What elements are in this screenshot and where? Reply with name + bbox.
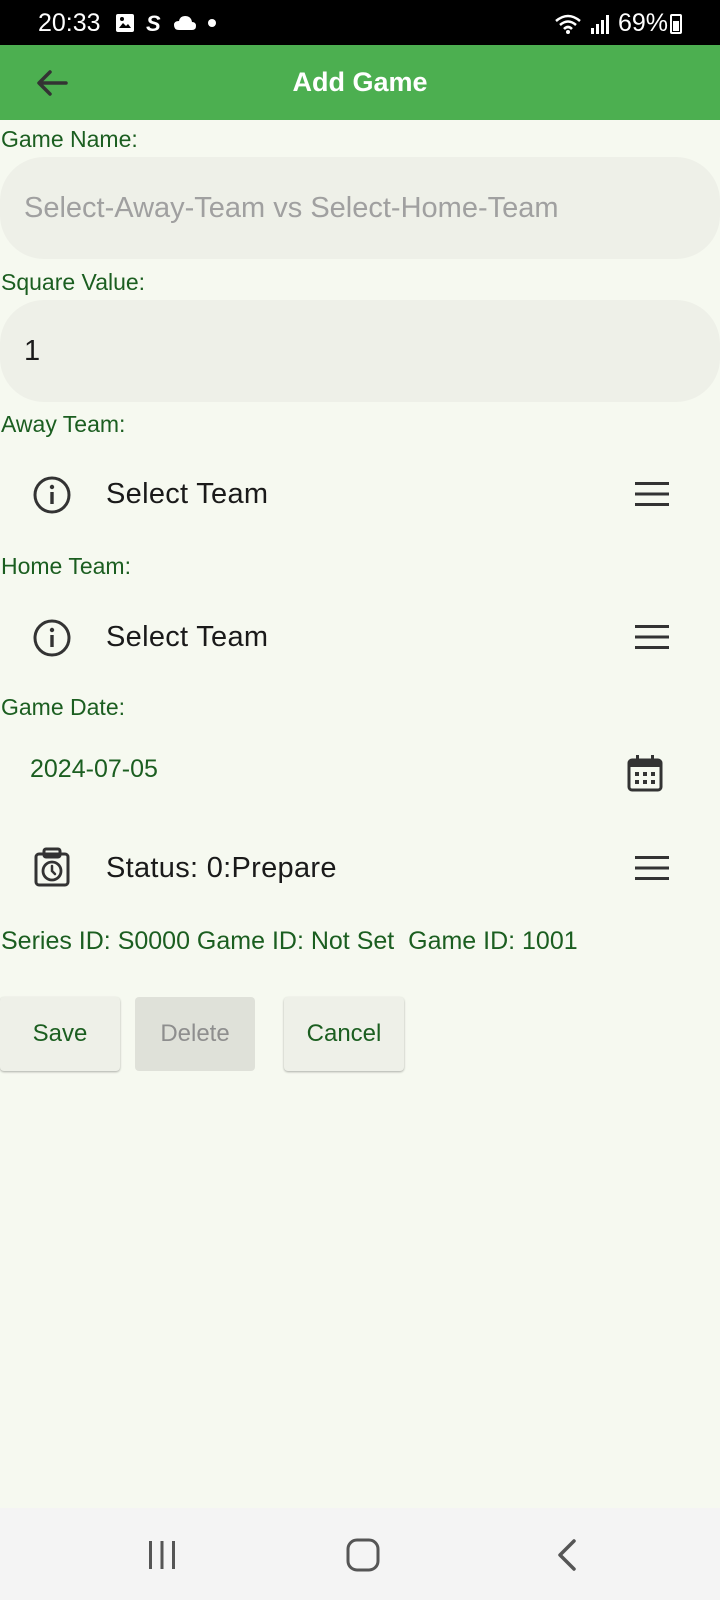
back-icon[interactable] [546,1533,590,1577]
info-icon [33,476,71,514]
home-team-label: Home Team: [1,553,131,579]
dot-icon [208,19,216,27]
page-title: Add Game [292,67,428,97]
app-bar: Add Game [0,45,720,120]
delete-button[interactable]: Delete [135,997,255,1071]
game-name-label: Game Name: [1,126,138,152]
status-value: Status: 0:Prepare [106,852,337,884]
battery-percent: 69% [617,9,668,37]
battery-icon [670,14,682,34]
calendar-icon[interactable] [626,754,664,792]
game-date-value[interactable]: 2024-07-05 [30,755,158,784]
status-bar: 20:33 S 69% [0,0,720,45]
save-button[interactable]: Save [0,997,120,1071]
home-team-value: Select Team [106,621,269,653]
notification-icons: S [115,12,219,34]
cancel-button[interactable]: Cancel [284,997,404,1071]
status-selector[interactable]: Status: 0:Prepare [0,831,720,905]
menu-icon[interactable] [634,853,670,883]
signal-icon [590,14,609,34]
s-app-icon: S [146,12,161,34]
recent-apps-icon[interactable] [140,1533,184,1577]
away-team-value: Select Team [106,478,269,510]
square-value-input[interactable]: 1 [0,300,720,402]
game-name-input[interactable]: Select-Away-Team vs Select-Home-Team [0,157,720,259]
square-value-label: Square Value: [1,269,146,295]
menu-icon[interactable] [634,622,670,652]
info-icon [33,619,71,657]
home-icon[interactable] [341,1533,385,1577]
status-right: 69% [554,9,668,38]
wifi-icon [555,14,581,34]
home-team-selector[interactable]: Select Team [0,600,720,674]
game-date-label: Game Date: [1,694,125,720]
ids-info: Series ID: S0000 Game ID: Not Set Game I… [1,927,578,955]
svg-text:S: S [146,12,161,34]
gallery-icon [116,14,134,32]
menu-icon[interactable] [634,479,670,509]
system-nav-bar [0,1508,720,1600]
cloud-icon [174,16,196,30]
away-team-selector[interactable]: Select Team [0,457,720,531]
pending-actions-icon [34,847,70,887]
arrow-back-icon[interactable] [32,63,72,103]
status-time: 20:33 [38,9,101,37]
away-team-label: Away Team: [1,411,126,437]
